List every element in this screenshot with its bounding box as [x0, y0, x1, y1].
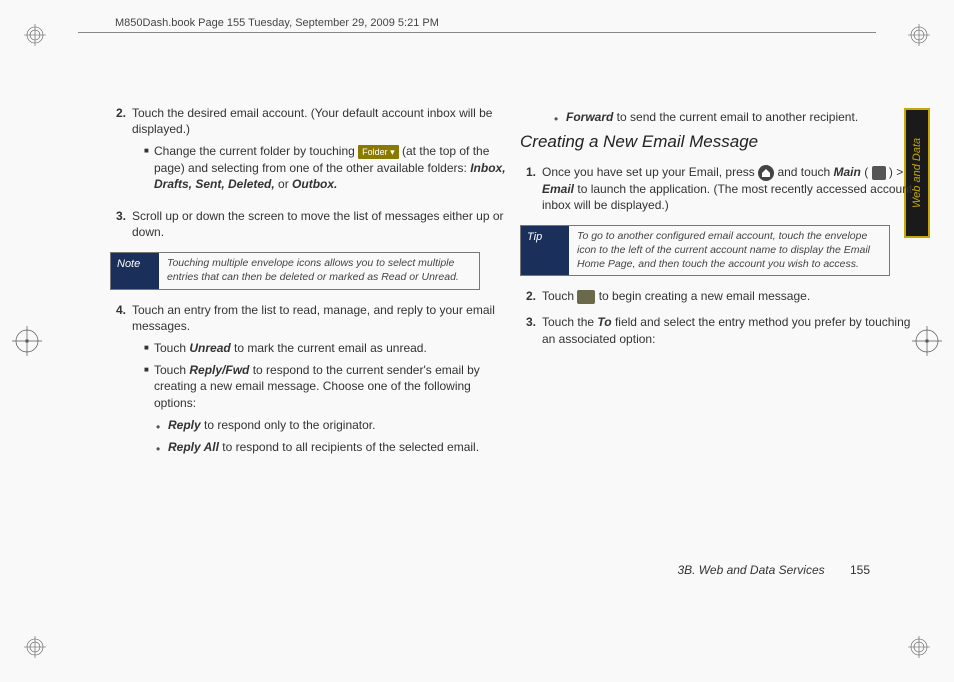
- section-heading: Creating a New Email Message: [520, 131, 920, 154]
- r-step-3-number: 3.: [520, 314, 542, 346]
- r1-c: (: [864, 165, 871, 179]
- footer: 3B. Web and Data Services 155: [677, 563, 870, 577]
- left-column: 2. Touch the desired email account. (You…: [110, 105, 510, 471]
- unread-label: Unread: [189, 341, 230, 355]
- r1-a: Once you have set up your Email, press: [542, 165, 758, 179]
- reply-fwd-label: Reply/Fwd: [189, 363, 249, 377]
- main-menu-icon[interactable]: [872, 166, 886, 180]
- note-box: Note Touching multiple envelope icons al…: [110, 252, 480, 289]
- r-step-2-number: 2.: [520, 288, 542, 304]
- step-4-number: 4.: [110, 302, 132, 462]
- header-rule: [78, 32, 876, 33]
- bullet-icon: [156, 417, 168, 435]
- folder-button[interactable]: Folder ▾: [358, 145, 399, 159]
- square-bullet-icon: ■: [144, 143, 154, 192]
- s4-sub1-a: Touch: [154, 341, 189, 355]
- home-icon[interactable]: [758, 165, 774, 181]
- b3-text: to send the current email to another rec…: [613, 110, 858, 124]
- b2-text: to respond to all recipients of the sele…: [219, 440, 479, 454]
- right-column: Forward to send the current email to ano…: [520, 105, 920, 357]
- note-label: Note: [111, 253, 159, 288]
- tip-label: Tip: [521, 226, 569, 275]
- crop-mark-tl: [24, 24, 46, 46]
- crop-mark-bl: [24, 636, 46, 658]
- footer-page: 155: [850, 563, 870, 577]
- r2-b: to begin creating a new email message.: [599, 289, 810, 303]
- to-label: To: [597, 315, 611, 329]
- r-step-1-number: 1.: [520, 164, 542, 213]
- tip-box: Tip To go to another configured email ac…: [520, 225, 890, 276]
- s4-sub1-c: to mark the current email as unread.: [231, 341, 427, 355]
- step-2-number: 2.: [110, 105, 132, 198]
- footer-section: 3B. Web and Data Services: [677, 563, 824, 577]
- step-3-number: 3.: [110, 208, 132, 240]
- forward-label: Forward: [566, 110, 613, 124]
- r1-e: to launch the application. (The most rec…: [542, 182, 912, 212]
- step-2-text: Touch the desired email account. (Your d…: [132, 106, 492, 136]
- b1-text: to respond only to the originator.: [201, 418, 376, 432]
- crop-mark-br: [908, 636, 930, 658]
- tip-body: To go to another configured email accoun…: [569, 226, 889, 275]
- crop-mark-tr: [908, 24, 930, 46]
- r3-a: Touch the: [542, 315, 597, 329]
- step-4-text: Touch an entry from the list to read, ma…: [132, 303, 495, 333]
- step-2-or: or: [278, 177, 292, 191]
- square-bullet-icon: ■: [144, 362, 154, 411]
- s4-sub2-a: Touch: [154, 363, 189, 377]
- step-2-sub-a: Change the current folder by touching: [154, 144, 358, 158]
- main-label: Main: [834, 165, 861, 179]
- bullet-icon: [156, 439, 168, 457]
- header-book-meta: M850Dash.book Page 155 Tuesday, Septembe…: [110, 17, 444, 29]
- step-3-text: Scroll up or down the screen to move the…: [132, 208, 510, 240]
- reply-all-label: Reply All: [168, 440, 219, 454]
- square-bullet-icon: ■: [144, 340, 154, 356]
- outbox-label: Outbox.: [292, 177, 337, 191]
- compose-icon[interactable]: [577, 290, 595, 304]
- email-label: Email: [542, 182, 574, 196]
- reply-label: Reply: [168, 418, 201, 432]
- note-body: Touching multiple envelope icons allows …: [159, 253, 479, 288]
- r1-d: ) >: [889, 165, 903, 179]
- registration-left-icon: [12, 326, 42, 356]
- r1-b: and touch: [777, 165, 833, 179]
- bullet-icon: [554, 109, 566, 127]
- r2-a: Touch: [542, 289, 577, 303]
